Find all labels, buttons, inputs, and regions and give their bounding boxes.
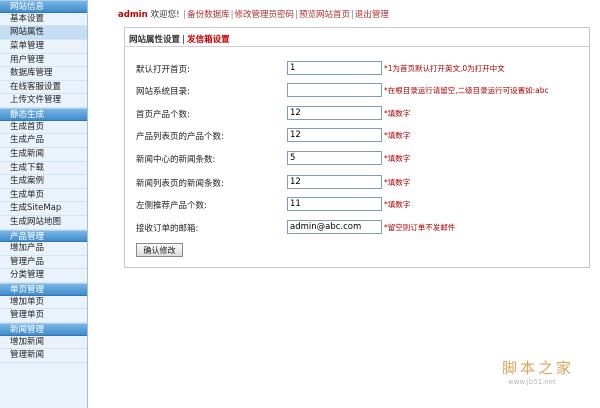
sidebar-item-upload-files[interactable]: 上传文件管理	[0, 94, 87, 108]
default-home-hint: *1为首页默认打开英文,0为打开中文	[384, 64, 505, 73]
panel-tabs: 网站属性设置 | 发信箱设置	[129, 33, 230, 45]
sidebar-item-user-management[interactable]: 用户管理	[0, 54, 87, 68]
left-recommend-count-label: 左侧推荐产品个数:	[136, 201, 207, 211]
sidebar-item-generate-downloads[interactable]: 生成下载	[0, 162, 87, 176]
tab-mailbox-settings[interactable]: 发信箱设置	[187, 35, 230, 45]
tab-site-properties[interactable]: 网站属性设置	[129, 35, 180, 45]
news-list-count-input[interactable]	[287, 175, 382, 189]
news-list-count-hint: *填数字	[384, 178, 411, 187]
news-center-count-label: 新闻中心的新闻条数:	[136, 155, 216, 165]
sidebar-item-database-management[interactable]: 数据库管理	[0, 67, 87, 81]
sidebar-group-title[interactable]: 网站信息	[0, 0, 87, 13]
order-email-label: 接收订单的邮箱:	[136, 224, 199, 234]
sidebar-item-manage-products[interactable]: 管理产品	[0, 256, 87, 270]
sidebar-item-generate-sitemap[interactable]: 生成SiteMap	[0, 202, 87, 216]
logout-link[interactable]: 退出管理	[355, 10, 389, 20]
left-recommend-count-input[interactable]	[287, 197, 382, 211]
system-dir-hint: *在根目录运行请留空,二级目录运行可设置如:abc	[384, 86, 549, 95]
settings-panel: 网站属性设置|发信箱设置 默认打开首页: *1为首页默认打开英文,0为打开中文 …	[124, 27, 590, 268]
default-home-label: 默认打开首页:	[136, 65, 190, 75]
backup-database-link[interactable]: 备份数据库	[187, 10, 230, 20]
sidebar-item-add-single-page[interactable]: 增加单页	[0, 296, 87, 310]
left-recommend-count-hint: *填数字	[384, 200, 411, 209]
welcome-text: 欢迎您!	[150, 10, 180, 20]
home-product-count-hint: *填数字	[384, 109, 411, 118]
top-bar-line: admin 欢迎您! |备份数据库|修改管理员密码|预览网站首页|退出管理	[118, 8, 389, 20]
sidebar-group-news: 新闻管理 增加新闻 管理新闻	[0, 323, 87, 364]
news-list-count-label: 新闻列表页的新闻条数:	[136, 179, 224, 189]
news-center-count-input[interactable]	[287, 151, 382, 165]
sidebar-item-manage-news[interactable]: 管理新闻	[0, 349, 87, 364]
system-dir-input[interactable]	[287, 83, 382, 97]
sidebar-item-basic-settings[interactable]: 基本设置	[0, 13, 87, 27]
sidebar-group-title[interactable]: 单页管理	[0, 283, 87, 296]
sidebar-group-title[interactable]: 产品管理	[0, 229, 87, 243]
sidebar-group-static-generation: 静态生成 生成首页 生成产品 生成新闻 生成下载 生成案例 生成单页 生成Sit…	[0, 107, 87, 230]
sidebar-group-title[interactable]: 新闻管理	[0, 323, 87, 336]
home-product-count-label: 首页产品个数:	[136, 110, 190, 120]
sidebar-item-generate-news[interactable]: 生成新闻	[0, 148, 87, 162]
sidebar-item-menu-management[interactable]: 菜单管理	[0, 40, 87, 54]
top-bar: admin 欢迎您! |备份数据库|修改管理员密码|预览网站首页|退出管理	[98, 0, 598, 26]
sidebar-group-single-pages: 单页管理 增加单页 管理单页	[0, 283, 87, 324]
default-home-input[interactable]	[287, 61, 382, 75]
order-email-input[interactable]	[287, 220, 382, 234]
divider: |	[350, 10, 354, 20]
confirm-modify-button[interactable]: 确认修改	[136, 243, 183, 257]
product-list-count-input[interactable]	[287, 128, 382, 142]
watermark-url: www.jb51.net	[508, 378, 556, 386]
sidebar-item-generate-home[interactable]: 生成首页	[0, 121, 87, 135]
watermark: 脚本之家 www.jb51.net	[498, 357, 598, 407]
sidebar-item-site-properties[interactable]: 网站属性	[0, 26, 87, 40]
sidebar-item-generate-single-pages[interactable]: 生成单页	[0, 189, 87, 203]
sidebar-item-generate-cases[interactable]: 生成案例	[0, 175, 87, 189]
change-password-link[interactable]: 修改管理员密码	[235, 10, 295, 20]
divider: |	[230, 10, 234, 20]
sidebar-item-add-product[interactable]: 增加产品	[0, 242, 87, 256]
sidebar-item-manage-single-pages[interactable]: 管理单页	[0, 309, 87, 324]
sidebar-item-add-news[interactable]: 增加新闻	[0, 336, 87, 350]
sidebar-item-generate-products[interactable]: 生成产品	[0, 134, 87, 148]
system-dir-label: 网站系统目录:	[136, 87, 190, 97]
divider: |	[183, 10, 187, 20]
tab-divider	[125, 46, 589, 47]
sidebar-item-generate-site-map-page[interactable]: 生成网站地图	[0, 216, 87, 230]
sidebar-group-title[interactable]: 静态生成	[0, 107, 87, 121]
divider: |	[295, 10, 298, 20]
username: admin	[118, 10, 148, 20]
watermark-title: 脚本之家	[502, 359, 575, 377]
home-product-count-input[interactable]	[287, 106, 382, 120]
news-center-count-hint: *填数字	[384, 154, 411, 163]
order-email-hint: *留空则订单不发邮件	[384, 223, 456, 232]
sidebar: 网站信息 基本设置 网站属性 菜单管理 用户管理 数据库管理 在线客服设置 上传…	[0, 0, 88, 408]
sidebar-group-site-info: 网站信息 基本设置 网站属性 菜单管理 用户管理 数据库管理 在线客服设置 上传…	[0, 0, 87, 108]
preview-home-link[interactable]: 预览网站首页	[299, 10, 350, 20]
sidebar-item-category-management[interactable]: 分类管理	[0, 269, 87, 284]
sidebar-group-products: 产品管理 增加产品 管理产品 分类管理	[0, 229, 87, 284]
tab-separator: |	[182, 35, 186, 45]
sidebar-item-online-service[interactable]: 在线客服设置	[0, 81, 87, 95]
product-list-count-label: 产品列表页的产品个数:	[136, 132, 224, 142]
product-list-count-hint: *填数字	[384, 131, 411, 140]
